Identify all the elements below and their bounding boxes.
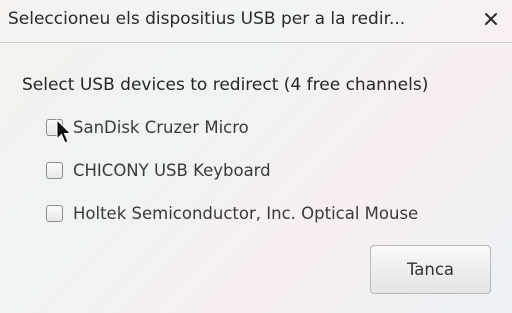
device-checkbox[interactable] <box>46 118 63 136</box>
device-option-chicony[interactable]: CHICONY USB Keyboard <box>46 158 271 182</box>
device-checkbox[interactable] <box>46 161 63 179</box>
device-label: Holtek Semiconductor, Inc. Optical Mouse <box>73 203 419 223</box>
device-checkbox[interactable] <box>46 204 63 222</box>
device-option-holtek[interactable]: Holtek Semiconductor, Inc. Optical Mouse <box>46 201 418 225</box>
device-list-heading: Select USB devices to redirect (4 free c… <box>22 75 429 95</box>
dialog-title: Seleccioneu els dispositius USB per a la… <box>8 9 406 29</box>
device-label: SanDisk Cruzer Micro <box>73 117 249 137</box>
dialog-titlebar: Seleccioneu els dispositius USB per a la… <box>0 0 512 43</box>
close-dialog-button[interactable]: Tanca <box>370 245 491 294</box>
device-label: CHICONY USB Keyboard <box>73 160 271 180</box>
close-icon <box>485 13 497 25</box>
close-button[interactable] <box>478 5 504 33</box>
device-option-sandisk[interactable]: SanDisk Cruzer Micro <box>46 115 249 139</box>
